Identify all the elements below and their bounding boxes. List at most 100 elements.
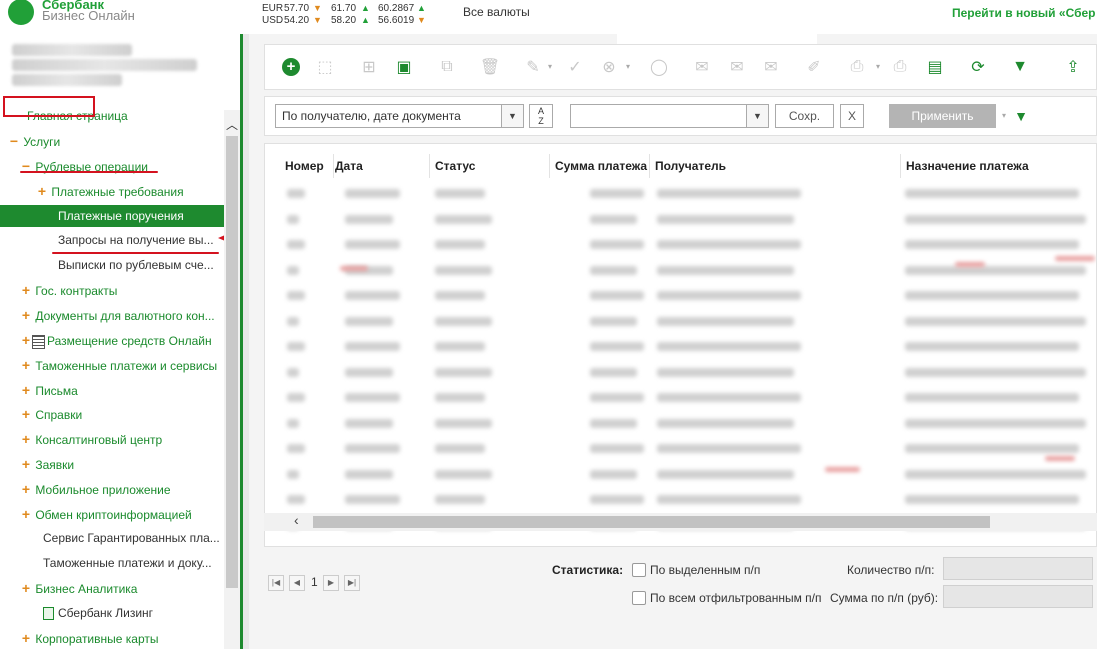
first-page-icon[interactable]: |◀ [268,575,284,591]
chevron-down-icon[interactable]: ▾ [626,62,630,71]
copy-document-icon[interactable]: ⊞ [358,56,380,78]
filtered-checkbox[interactable] [632,591,646,605]
sort-az-button[interactable]: AZ [529,104,553,128]
sidebar-item-leasing[interactable]: Сбербанк Лизинг [0,602,224,624]
sidebar-item-payment-requests[interactable]: + Платежные требования [0,180,224,202]
remove-sign-icon[interactable]: ⊗ [598,56,620,78]
column-header[interactable]: Статус [430,154,550,178]
goto-new-version-link[interactable]: Перейти в новый «Сбер [952,6,1096,20]
recall-mail-icon[interactable]: ✉ [760,56,782,78]
sidebar-item-customs[interactable]: + Таможенные платежи и сервисы [0,354,224,376]
mail-icon[interactable]: ✉ [726,56,748,78]
table-row[interactable] [265,385,1096,410]
expand-icon[interactable]: + [20,354,32,376]
expand-icon[interactable]: + [20,577,32,599]
chevron-down-icon[interactable]: ▾ [548,62,552,71]
expand-icon[interactable]: + [20,453,32,475]
table-row[interactable] [265,283,1096,308]
chevron-down-icon[interactable]: ▾ [1002,111,1006,120]
sidebar-item-payment-orders[interactable]: Платежные поручения [0,205,224,227]
table-row[interactable] [265,207,1096,232]
sidebar-item-gov-contracts[interactable]: + Гос. контракты [0,279,224,301]
collapse-icon[interactable]: − [20,155,32,177]
table-row[interactable] [265,411,1096,436]
print-preview-icon[interactable]: ⎙ [889,56,911,78]
column-header[interactable]: Назначение платежа [901,154,1096,178]
filter-icon[interactable]: ▼ [1009,56,1031,78]
sidebar-item-currency-control[interactable]: + Документы для валютного кон... [0,304,224,326]
table-row[interactable] [265,232,1096,257]
expand-icon[interactable]: + [20,478,32,500]
all-currencies-link[interactable]: Все валюты [463,5,530,19]
expand-icon[interactable]: + [20,304,32,326]
sidebar-item-mobile-app[interactable]: + Мобильное приложение [0,478,224,500]
sort-select[interactable]: По получателю, дате документа ▼ [275,104,524,128]
expand-icon[interactable]: + [20,627,32,649]
edit-cursor-icon[interactable]: ⬚ [314,56,336,78]
table-row[interactable] [265,334,1096,359]
sidebar-item-statement-requests[interactable]: Запросы на получение вы... [0,229,224,251]
sidebar-item-ruble-operations[interactable]: − Рублевые операции [0,155,224,177]
saved-filter-select[interactable]: ▼ [570,104,769,128]
send-mail-icon[interactable]: ✉ [691,56,713,78]
sidebar-item-deposits-online[interactable]: + Размещение средств Онлайн [0,329,224,351]
sidebar-item-applications[interactable]: + Заявки [0,453,224,475]
column-header[interactable]: Сумма платежа [550,154,650,178]
sidebar-item-business-analytics[interactable]: + Бизнес Аналитика [0,577,224,599]
verify-icon[interactable]: ◯ [648,56,670,78]
table-row[interactable] [265,462,1096,487]
expand-icon[interactable]: + [20,379,32,401]
template-icon[interactable]: ▣ [393,56,415,78]
print-icon[interactable]: ⎙ [846,56,868,78]
sidebar-item-services[interactable]: − Услуги [0,130,224,152]
sign-pen-icon[interactable]: ✎ [522,56,544,78]
selected-checkbox[interactable] [632,563,646,577]
column-header[interactable]: Получатель [650,154,901,178]
chevron-down-icon[interactable]: ▼ [501,105,523,127]
sidebar-item-consulting[interactable]: + Консалтинговый центр [0,428,224,450]
sidebar-item-ruble-statements[interactable]: Выписки по рублевым сче... [0,254,224,276]
collapse-icon[interactable]: − [8,130,20,152]
prev-page-icon[interactable]: ◀ [289,575,305,591]
save-filter-button[interactable]: Сохр. [775,104,834,128]
table-row[interactable] [265,181,1096,206]
sidebar-item-crypto-exchange[interactable]: + Обмен криптоинформацией [0,503,224,525]
expand-icon[interactable]: + [20,428,32,450]
expand-icon[interactable]: + [20,329,32,351]
sidebar-item-references[interactable]: + Справки [0,403,224,425]
export-table-icon[interactable]: ▤ [924,56,946,78]
table-row[interactable] [265,436,1096,461]
horizontal-scrollbar-thumb[interactable] [313,516,990,528]
archive-icon[interactable]: ✐ [803,56,825,78]
table-row[interactable] [265,360,1096,385]
sidebar-item-letters[interactable]: + Письма [0,379,224,401]
chevron-down-icon[interactable]: ▼ [746,105,768,127]
clear-filter-icon[interactable]: ▼ [1010,105,1032,127]
refresh-icon[interactable]: ⟳ [967,56,989,78]
chevron-down-icon[interactable]: ▾ [876,62,880,71]
table-row[interactable] [265,309,1096,334]
table-row[interactable] [265,487,1096,512]
import-document-icon[interactable]: ⧉ [436,56,458,78]
chevron-left-icon[interactable]: ‹ [294,512,299,528]
delete-icon[interactable]: 🗑 [479,56,501,78]
chevron-up-icon[interactable]: ︿ [226,116,238,133]
last-page-icon[interactable]: ▶| [344,575,360,591]
expand-icon[interactable]: + [36,180,48,202]
sign-check-icon[interactable]: ✓ [564,56,586,78]
sidebar-scrollbar-thumb[interactable] [226,136,238,588]
expand-icon[interactable]: + [20,279,32,301]
next-page-icon[interactable]: ▶ [323,575,339,591]
sidebar-item-customs-docs[interactable]: Таможенные платежи и доку... [0,552,224,574]
column-header[interactable]: Дата [330,154,430,178]
sidebar-item-guaranteed-service[interactable]: Сервис Гарантированных пла... [0,527,224,549]
apply-button[interactable]: Применить [889,104,996,128]
sidebar-item-corporate-cards[interactable]: + Корпоративные карты [0,627,224,649]
share-upload-icon[interactable]: ⇪ [1062,56,1084,78]
add-document-icon[interactable]: + [282,58,300,76]
expand-icon[interactable]: + [20,403,32,425]
column-header[interactable]: Номер [280,154,334,178]
clear-filter-button[interactable]: X [840,104,864,128]
red-mark [1055,256,1095,261]
expand-icon[interactable]: + [20,503,32,525]
